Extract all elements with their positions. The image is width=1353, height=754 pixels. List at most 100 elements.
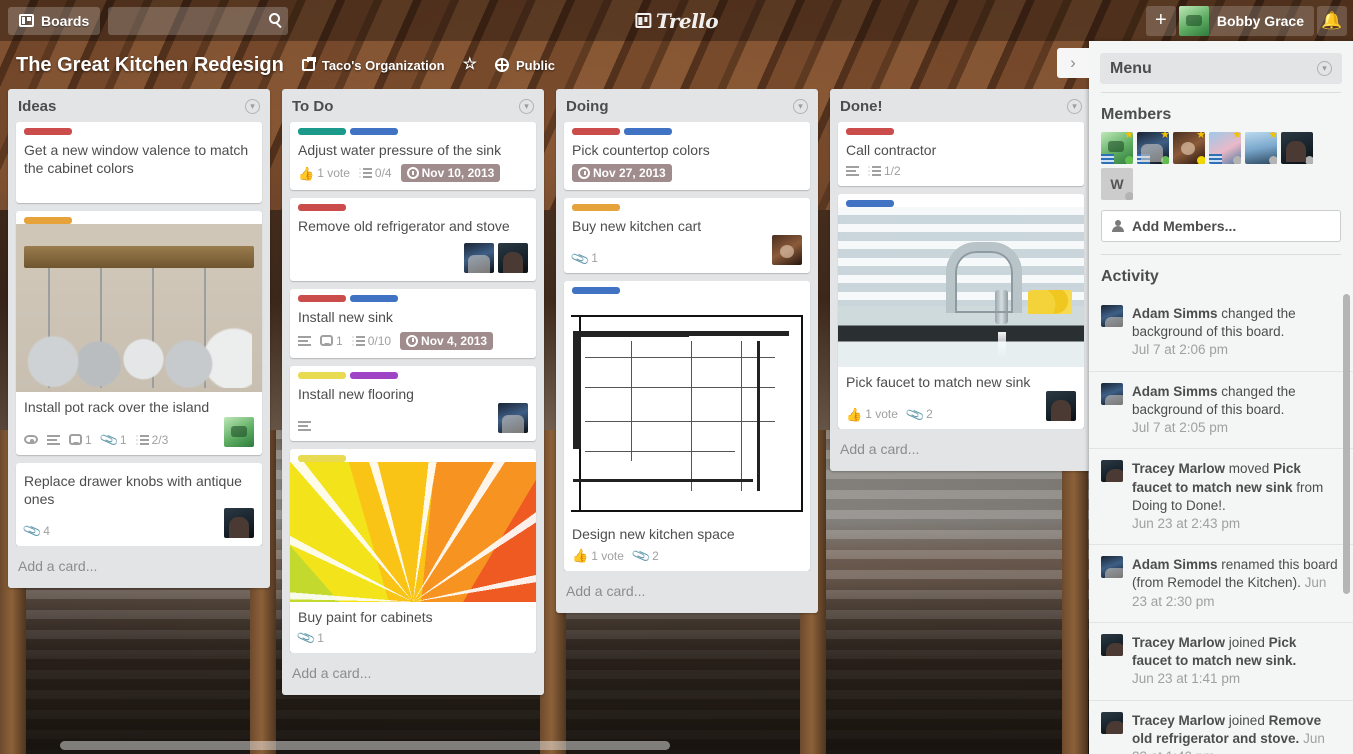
card[interactable]: Get a new window valence to match the ca… xyxy=(16,122,262,204)
member-avatar[interactable]: ★ xyxy=(1173,132,1205,164)
member-avatar[interactable]: ★ xyxy=(1209,132,1241,164)
due-date-badge[interactable]: Nov 4, 2013 xyxy=(400,331,494,350)
due-date-badge[interactable]: Nov 27, 2013 xyxy=(572,164,672,183)
avatar[interactable] xyxy=(498,402,528,433)
card[interactable]: Buy new kitchen cart 📎 1 xyxy=(564,198,810,274)
user-menu-button[interactable]: Bobby Grace xyxy=(1178,5,1314,36)
add-button[interactable]: + xyxy=(1145,5,1176,36)
avatar[interactable] xyxy=(224,416,254,447)
card[interactable]: Install new sink 1 0/10 Nov 4, 2013 xyxy=(290,289,536,358)
card-badges: 👍 1 vote 📎 2 xyxy=(838,402,1038,429)
globe-icon xyxy=(494,58,509,72)
card[interactable]: Design new kitchen space 👍 1 vote 📎 2 xyxy=(564,281,810,571)
status-badge xyxy=(1233,156,1241,164)
activity-actor[interactable]: Tracey Marlow xyxy=(1132,635,1225,650)
avatar[interactable] xyxy=(224,507,254,538)
bell-icon[interactable]: 🔔 xyxy=(1317,5,1347,36)
add-card-button[interactable]: Add a card... xyxy=(830,429,1089,471)
label-yellow[interactable] xyxy=(298,371,346,379)
avatar[interactable] xyxy=(1046,391,1076,422)
card-cover-floorplan-photo xyxy=(564,294,810,520)
boards-button-label: Boards xyxy=(41,12,90,29)
chevron-down-icon[interactable]: ▾ xyxy=(245,99,260,114)
due-date-badge[interactable]: Nov 10, 2013 xyxy=(400,164,501,183)
visibility-button[interactable]: Public xyxy=(494,58,555,73)
activity-feed[interactable]: Adam Simms changed the background of thi… xyxy=(1089,294,1353,754)
label-orange[interactable] xyxy=(572,204,620,212)
avatar[interactable] xyxy=(1101,633,1123,656)
card[interactable]: Pick countertop colors Nov 27, 2013 xyxy=(564,122,810,191)
card[interactable]: Replace drawer knobs with antique ones 📎… xyxy=(16,462,262,546)
avatar[interactable] xyxy=(1101,556,1123,579)
add-card-button[interactable]: Add a card... xyxy=(8,546,270,588)
star-icon[interactable]: ☆ xyxy=(463,57,477,73)
label-red[interactable] xyxy=(24,128,72,135)
add-card-button[interactable]: Add a card... xyxy=(282,653,544,695)
chevron-down-icon[interactable]: ▾ xyxy=(1317,61,1332,76)
label-blue[interactable] xyxy=(572,287,620,295)
activity-item: Tracey Marlow moved Pick faucet to match… xyxy=(1089,448,1353,544)
label-red[interactable] xyxy=(572,128,620,135)
avatar[interactable] xyxy=(1101,460,1123,483)
board-horizontal-scrollbar[interactable] xyxy=(0,741,1089,750)
label-blue[interactable] xyxy=(624,128,672,135)
label-red[interactable] xyxy=(846,128,894,135)
chevron-down-icon[interactable]: ▾ xyxy=(793,99,808,114)
activity-actor[interactable]: Tracey Marlow xyxy=(1132,461,1225,476)
avatar[interactable] xyxy=(772,235,802,266)
card-badges: 1 0/10 Nov 4, 2013 xyxy=(290,327,536,358)
activity-actor[interactable]: Adam Simms xyxy=(1132,384,1218,399)
card-badges: 📎 4 xyxy=(16,519,216,546)
card[interactable]: Pick faucet to match new sink 👍 1 vote 📎… xyxy=(838,194,1084,430)
avatar[interactable] xyxy=(1101,711,1123,734)
activity-time: Jun 23 at 2:43 pm xyxy=(1132,515,1241,531)
label-blue[interactable] xyxy=(350,128,398,135)
card[interactable]: Adjust water pressure of the sink 👍 1 vo… xyxy=(290,122,536,191)
card[interactable]: Buy paint for cabinets 📎 1 xyxy=(290,448,536,653)
admin-crown-icon: ★ xyxy=(1196,132,1205,141)
avatar[interactable] xyxy=(498,243,528,274)
label-red[interactable] xyxy=(298,204,346,212)
search-icon[interactable] xyxy=(269,12,281,24)
label-yellow[interactable] xyxy=(298,454,346,462)
chevron-down-icon[interactable]: ▾ xyxy=(519,99,534,114)
member-avatar[interactable]: ★ xyxy=(1137,132,1169,164)
avatar[interactable] xyxy=(464,243,494,274)
boards-button[interactable]: Boards xyxy=(8,6,101,35)
organization-link[interactable]: Taco's Organization xyxy=(301,57,445,73)
chevron-down-icon[interactable]: ▾ xyxy=(1067,99,1082,114)
activity-actor[interactable]: Adam Simms xyxy=(1132,306,1218,321)
list-title: Done! xyxy=(840,98,883,115)
member-avatar[interactable] xyxy=(1281,132,1313,164)
member-avatar[interactable]: ★ xyxy=(1245,132,1277,164)
search-input[interactable] xyxy=(108,6,289,35)
search-box[interactable] xyxy=(108,6,289,35)
add-members-button[interactable]: Add Members... xyxy=(1101,210,1341,242)
sidebar-menu-header[interactable]: Menu ▾ xyxy=(1100,53,1342,84)
sidebar-toggle-button[interactable]: › xyxy=(1057,48,1089,78)
activity-actor[interactable]: Tracey Marlow xyxy=(1132,713,1225,728)
avatar[interactable] xyxy=(1101,305,1123,327)
activity-actor[interactable]: Adam Simms xyxy=(1132,557,1218,572)
card[interactable]: Call contractor 1/2 xyxy=(838,122,1084,187)
label-blue[interactable] xyxy=(846,200,894,208)
label-purple[interactable] xyxy=(350,371,398,379)
avatar[interactable] xyxy=(1101,382,1123,405)
label-red[interactable] xyxy=(298,295,346,303)
member-avatar[interactable]: W xyxy=(1101,168,1133,200)
card[interactable]: Remove old refrigerator and stove xyxy=(290,198,536,282)
label-green[interactable] xyxy=(298,128,346,135)
list-header: To Do ▾ xyxy=(282,89,544,122)
member-avatar[interactable]: ★ xyxy=(1101,132,1133,164)
sidebar-scrollbar[interactable] xyxy=(1343,294,1350,594)
list-header: Done! ▾ xyxy=(830,89,1089,122)
label-blue[interactable] xyxy=(350,295,398,303)
label-orange[interactable] xyxy=(24,217,72,225)
card-title: Install new flooring xyxy=(298,385,414,402)
add-card-button[interactable]: Add a card... xyxy=(556,571,818,613)
trello-logo[interactable]: Trello xyxy=(634,9,719,33)
card[interactable]: Install new flooring xyxy=(290,365,536,441)
card-cover-faucet-photo xyxy=(838,207,1084,368)
card-container: Pick countertop colors Nov 27, 2013 Buy … xyxy=(556,122,818,571)
card[interactable]: Install pot rack over the island 1 📎 1 2… xyxy=(16,211,262,455)
